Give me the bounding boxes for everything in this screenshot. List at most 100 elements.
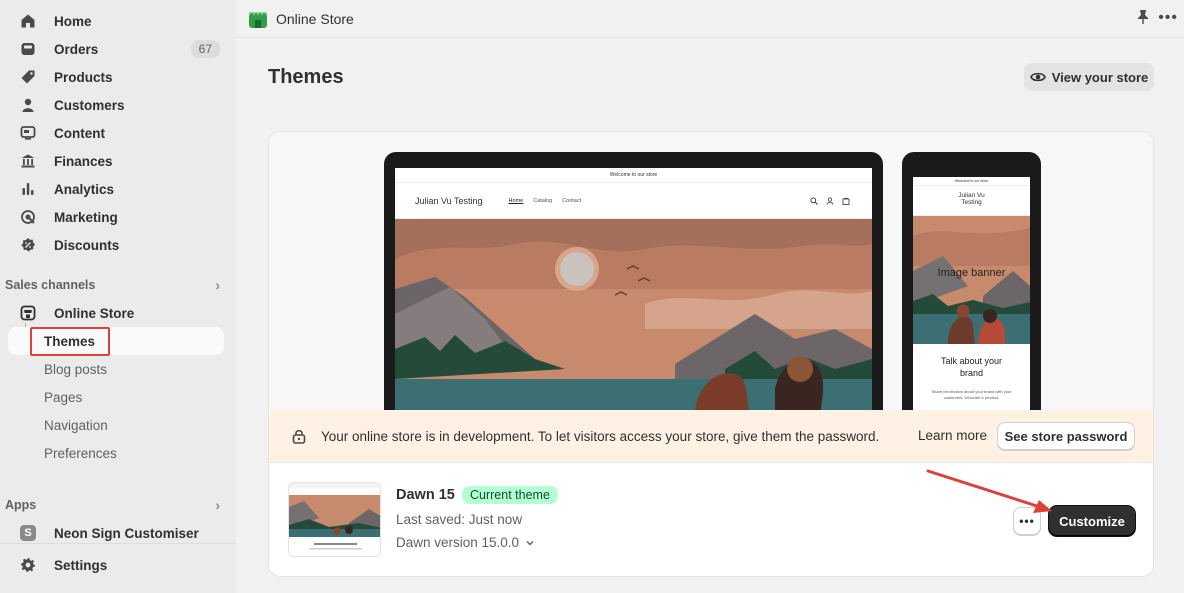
- sidebar-item-content[interactable]: Content: [8, 119, 224, 147]
- sidebar-item-label: Content: [54, 125, 105, 141]
- sidebar-item-marketing[interactable]: Marketing: [8, 203, 224, 231]
- content-icon: [18, 123, 38, 143]
- sidebar-item-preferences[interactable]: Preferences: [8, 439, 224, 467]
- chevron-right-icon: ›: [215, 277, 220, 293]
- sidebar-item-label: Preferences: [44, 445, 117, 461]
- sidebar-item-customers[interactable]: Customers: [8, 91, 224, 119]
- sidebar-item-analytics[interactable]: Analytics: [8, 175, 224, 203]
- sidebar-item-discounts[interactable]: Discounts: [8, 231, 224, 259]
- sidebar-item-navigation[interactable]: Navigation: [8, 411, 224, 439]
- mobile-store-name-line1: Julian Vu: [958, 192, 985, 199]
- store-nav-contact: Contact: [562, 197, 582, 204]
- mobile-brand-description: Share information about your brand with …: [931, 389, 1012, 400]
- mobile-brand-title-line2: brand: [959, 368, 984, 378]
- home-icon: [18, 11, 38, 31]
- online-store-icon: [18, 303, 38, 323]
- apps-label: Apps: [5, 498, 37, 512]
- store-nav-home: Home: [508, 197, 524, 204]
- view-your-store-button[interactable]: View your store: [1024, 63, 1154, 91]
- sidebar-item-label: Online Store: [54, 305, 135, 321]
- sidebar-item-finances[interactable]: Finances: [8, 147, 224, 175]
- sidebar-item-label: Blog posts: [44, 361, 108, 377]
- development-store-banner: Your online store is in development. To …: [269, 410, 1153, 462]
- store-header: Julian Vu Testing Home Catalog Contact: [395, 183, 872, 219]
- sidebar-divider: [0, 543, 236, 544]
- learn-more-link[interactable]: Learn more: [918, 428, 987, 443]
- online-store-logo-icon: [248, 9, 268, 29]
- mobile-store-header: Julian Vu Testing: [913, 186, 1030, 216]
- topbar-title: Online Store: [276, 10, 354, 27]
- sidebar-item-products[interactable]: Products: [8, 63, 224, 91]
- sidebar-item-online-store[interactable]: Online Store: [8, 299, 224, 327]
- current-theme-card: Welcome to our store Julian Vu Testing H…: [268, 131, 1154, 577]
- sidebar-item-label: Customers: [54, 97, 125, 113]
- hero-illustration: [395, 219, 872, 414]
- store-name: Julian Vu Testing: [415, 195, 483, 206]
- theme-thumbnail[interactable]: [288, 482, 381, 557]
- store-nav: Home Catalog Contact: [509, 198, 582, 204]
- sidebar-item-label: Neon Sign Customiser: [54, 525, 199, 541]
- theme-name: Dawn 15: [396, 487, 455, 503]
- mobile-brand-title-line1: Talk about your: [940, 356, 1003, 366]
- last-saved-text: Last saved: Just now: [396, 512, 523, 527]
- target-icon: [18, 207, 38, 227]
- pin-icon[interactable]: [1136, 9, 1150, 28]
- cart-icon: [842, 197, 850, 205]
- top-bar: Online Store •••: [236, 0, 1184, 38]
- sidebar-item-blog-posts[interactable]: Blog posts: [8, 355, 224, 383]
- mobile-preview-screen: Welcome to our store Julian Vu Testing I…: [913, 177, 1030, 414]
- apps-header[interactable]: Apps ›: [5, 497, 220, 513]
- store-nav-catalog: Catalog: [533, 197, 553, 204]
- mobile-banner-title: Image banner: [937, 267, 1006, 279]
- theme-version-label: Dawn version 15.0.0: [396, 535, 520, 550]
- bank-icon: [18, 151, 38, 171]
- more-options-icon[interactable]: •••: [1158, 9, 1178, 27]
- sidebar-item-label: Analytics: [54, 181, 115, 197]
- sidebar-item-label: Orders: [54, 41, 99, 57]
- app-tile-icon: S: [18, 523, 38, 543]
- sales-channels-label: Sales channels: [5, 278, 96, 292]
- gear-icon: [18, 555, 38, 575]
- theme-info-row: Dawn 15 Current theme Last saved: Just n…: [269, 462, 1153, 576]
- sidebar-item-settings[interactable]: Settings: [8, 551, 224, 579]
- sidebar-item-label: Discounts: [54, 237, 120, 253]
- account-icon: [826, 197, 834, 205]
- announcement-bar: Welcome to our store: [395, 168, 872, 183]
- chevron-down-icon: [526, 540, 534, 545]
- person-icon: [18, 95, 38, 115]
- mobile-brand-title: Talk about your brand: [913, 355, 1030, 379]
- sidebar-item-label: Products: [54, 69, 113, 85]
- customize-button[interactable]: Customize: [1049, 506, 1135, 536]
- sidebar-item-home[interactable]: Home: [8, 7, 224, 35]
- theme-preview[interactable]: Welcome to our store Julian Vu Testing H…: [269, 132, 1153, 414]
- store-header-icons: [810, 197, 850, 205]
- orders-count-badge: 67: [190, 40, 220, 58]
- current-theme-badge: Current theme: [462, 486, 558, 504]
- sidebar-item-orders[interactable]: Orders 67: [8, 35, 224, 63]
- tag-icon: [18, 67, 38, 87]
- chevron-right-icon: ›: [215, 497, 220, 513]
- sidebar-item-label: Marketing: [54, 209, 118, 225]
- desktop-preview-screen: Welcome to our store Julian Vu Testing H…: [395, 168, 872, 414]
- annotation-highlight-box: [30, 327, 110, 356]
- mobile-preview-frame: Welcome to our store Julian Vu Testing I…: [902, 152, 1041, 414]
- search-icon: [810, 197, 818, 205]
- orders-icon: [18, 39, 38, 59]
- theme-version-dropdown[interactable]: Dawn version 15.0.0: [396, 535, 535, 550]
- view-your-store-label: View your store: [1051, 69, 1149, 85]
- bar-chart-icon: [18, 179, 38, 199]
- sidebar-item-label: Settings: [54, 557, 108, 573]
- sidebar-item-label: Navigation: [44, 417, 108, 433]
- sidebar: Home Orders 67 Products Customers Conten…: [0, 0, 236, 593]
- sidebar-item-label: Finances: [54, 153, 113, 169]
- sidebar-item-label: Pages: [44, 389, 83, 405]
- eye-icon: [1029, 72, 1046, 82]
- theme-more-actions-button[interactable]: •••: [1013, 507, 1041, 535]
- sidebar-item-pages[interactable]: Pages: [8, 383, 224, 411]
- mobile-store-name-line2: Testing: [961, 199, 982, 206]
- see-store-password-button[interactable]: See store password: [997, 422, 1135, 450]
- sidebar-item-label: Home: [54, 13, 92, 29]
- sales-channels-header[interactable]: Sales channels ›: [5, 277, 220, 293]
- mobile-announcement-bar: Welcome to our store: [913, 177, 1030, 186]
- desktop-preview-frame: Welcome to our store Julian Vu Testing H…: [384, 152, 883, 414]
